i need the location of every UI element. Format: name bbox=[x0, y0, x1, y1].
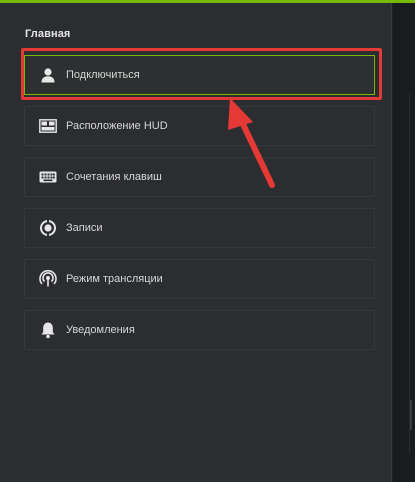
menu-item-recordings[interactable]: Записи bbox=[24, 208, 375, 248]
menu-item-hud-layout[interactable]: Расположение HUD bbox=[24, 106, 375, 146]
hud-layout-icon bbox=[38, 116, 58, 136]
menu-item-broadcast[interactable]: Режим трансляции bbox=[24, 259, 375, 299]
menu-item-label: Уведомления bbox=[66, 324, 135, 336]
section-title: Главная bbox=[25, 28, 71, 40]
edge-divider bbox=[409, 93, 410, 453]
menu-item-label: Расположение HUD bbox=[66, 120, 168, 132]
scrollbar-fragment bbox=[410, 400, 412, 430]
bell-icon bbox=[38, 320, 58, 340]
menu-item-label: Сочетания клавиш bbox=[66, 171, 162, 183]
annotation-highlight-box bbox=[21, 48, 382, 100]
menu-item-label: Режим трансляции bbox=[66, 273, 163, 285]
record-icon bbox=[38, 218, 58, 238]
menu-item-notifications[interactable]: Уведомления bbox=[24, 310, 375, 350]
screen: Главная Подключиться Расположение HUD Со… bbox=[0, 0, 415, 482]
menu-item-hotkeys[interactable]: Сочетания клавиш bbox=[24, 157, 375, 197]
broadcast-icon bbox=[38, 269, 58, 289]
menu-item-label: Записи bbox=[66, 222, 103, 234]
keyboard-icon bbox=[38, 167, 58, 187]
